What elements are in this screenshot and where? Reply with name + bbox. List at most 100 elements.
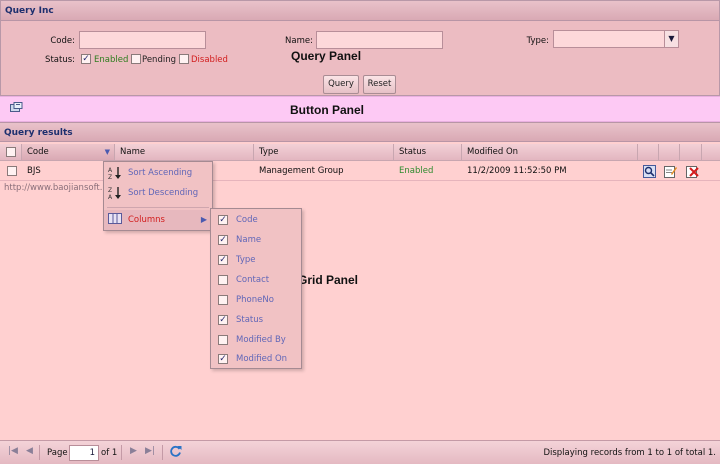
pending-checkbox[interactable] [131, 54, 141, 64]
query-panel: Query Inc Code: Name: Type: ▼ Status: ✓ … [0, 0, 720, 96]
code-label: Code: [50, 36, 75, 46]
page-count-label: of 1 [101, 448, 118, 458]
first-page-icon[interactable]: |◀ [8, 446, 18, 456]
row-type: Management Group [259, 166, 344, 176]
menu-item-sort-ascending-label: Sort Ascending [128, 168, 193, 178]
column-toggle-modified-by[interactable]: Modified By [211, 330, 301, 350]
column-header-action-1 [638, 144, 659, 161]
enabled-checkbox[interactable]: ✓ [81, 54, 91, 64]
previous-page-icon[interactable]: ◀ [26, 446, 33, 456]
column-header-filler [702, 144, 720, 161]
column-header-code-label: Code [27, 147, 49, 157]
column-toggle-checkbox[interactable]: ✓ [218, 315, 228, 325]
sort-descending-icon: ZA [108, 186, 122, 201]
column-toggle-checkbox[interactable] [218, 335, 228, 345]
select-all-header[interactable] [0, 144, 22, 161]
column-toggle-contact[interactable]: Contact [211, 270, 301, 290]
name-label: Name: [285, 36, 313, 46]
column-toggle-checkbox[interactable]: ✓ [218, 215, 228, 225]
type-select[interactable]: ▼ [553, 30, 679, 48]
paging-display-text: Displaying records from 1 to 1 of total … [543, 448, 716, 458]
toolbar-separator [162, 445, 163, 460]
status-label: Status: [45, 55, 75, 65]
column-toggle-label: Status [236, 315, 264, 325]
next-page-icon[interactable]: ▶ [130, 446, 137, 456]
svg-text:A: A [108, 167, 113, 174]
column-toggle-checkbox[interactable] [218, 295, 228, 305]
columns-icon [108, 213, 122, 227]
menu-item-sort-descending-label: Sort Descending [128, 188, 199, 198]
svg-text:Z: Z [108, 187, 112, 194]
last-page-icon[interactable]: ▶| [145, 446, 155, 456]
row-checkbox[interactable] [7, 166, 17, 176]
button-panel: Button Panel [0, 96, 720, 122]
column-toggle-modified-on[interactable]: ✓ Modified On [211, 349, 301, 369]
delete-record-icon[interactable] [686, 165, 699, 178]
column-header-name[interactable]: Name [115, 144, 254, 161]
column-header-menu: AZ Sort Ascending ZA Sort Descending Col… [103, 161, 213, 231]
column-toggle-label: Contact [236, 275, 270, 285]
column-toggle-label: Modified By [236, 335, 286, 345]
column-toggle-name[interactable]: ✓ Name [211, 230, 301, 250]
column-toggle-code[interactable]: ✓ Code [211, 210, 301, 230]
select-all-checkbox[interactable] [6, 147, 16, 157]
column-toggle-label: Type [236, 255, 256, 265]
query-button[interactable]: Query [323, 75, 359, 94]
row-status: Enabled [399, 166, 434, 176]
reset-button[interactable]: Reset [363, 75, 396, 94]
enabled-label: Enabled [94, 55, 129, 65]
menu-item-columns[interactable]: Columns ▶ [104, 210, 212, 230]
column-menu-trigger-icon[interactable]: ▼ [105, 144, 110, 161]
view-record-icon[interactable] [643, 165, 656, 178]
columns-submenu: ✓ Code ✓ Name ✓ Type Contact PhoneNo ✓ S… [210, 208, 302, 369]
column-toggle-checkbox[interactable] [218, 275, 228, 285]
grid-panel-title: Query results [0, 122, 720, 142]
column-toggle-label: PhoneNo [236, 295, 274, 305]
disabled-checkbox[interactable] [179, 54, 189, 64]
edit-record-icon[interactable] [664, 165, 677, 178]
page-number-input[interactable]: 1 [69, 445, 99, 461]
submenu-arrow-icon: ▶ [200, 215, 207, 224]
paging-toolbar: |◀ ◀ Page 1 of 1 ▶ ▶| Displaying records… [0, 440, 720, 464]
query-panel-annotation: Query Panel [291, 49, 362, 63]
svg-text:Z: Z [108, 174, 112, 180]
grid-panel-annotation: Grid Panel [298, 273, 359, 287]
toolbar-separator [39, 445, 40, 460]
watermark-text: http://www.baojiansoft.c [4, 183, 108, 193]
column-header-action-2 [659, 144, 680, 161]
query-panel-title: Query Inc [1, 1, 719, 21]
column-toggle-label: Modified On [236, 354, 288, 364]
column-header-modified-on[interactable]: Modified On [462, 144, 638, 161]
chevron-down-icon[interactable]: ▼ [664, 31, 678, 47]
toolbar-separator [121, 445, 122, 460]
column-toggle-label: Name [236, 235, 262, 245]
column-header-code[interactable]: Code ▼ [22, 144, 115, 161]
menu-item-sort-ascending[interactable]: AZ Sort Ascending [104, 163, 212, 183]
button-panel-annotation: Button Panel [290, 103, 364, 117]
refresh-icon[interactable] [169, 445, 182, 458]
column-header-status[interactable]: Status [394, 144, 462, 161]
svg-text:A: A [108, 194, 113, 200]
type-label: Type: [526, 36, 549, 46]
column-header-action-3 [680, 144, 702, 161]
add-record-icon[interactable] [10, 102, 23, 113]
page-label: Page [47, 448, 68, 458]
menu-item-sort-descending[interactable]: ZA Sort Descending [104, 183, 212, 203]
column-toggle-checkbox[interactable]: ✓ [218, 255, 228, 265]
column-toggle-label: Code [236, 215, 258, 225]
pending-label: Pending [142, 55, 176, 65]
row-code: BJS [27, 166, 41, 176]
name-input[interactable] [316, 31, 443, 49]
menu-item-columns-label: Columns [128, 215, 165, 225]
menu-separator [107, 207, 209, 208]
column-toggle-checkbox[interactable]: ✓ [218, 235, 228, 245]
sort-ascending-icon: AZ [108, 166, 122, 181]
row-modified-on: 11/2/2009 11:52:50 PM [467, 166, 567, 176]
column-toggle-type[interactable]: ✓ Type [211, 250, 301, 270]
column-toggle-status[interactable]: ✓ Status [211, 310, 301, 330]
column-toggle-checkbox[interactable]: ✓ [218, 354, 228, 364]
column-header-type[interactable]: Type [254, 144, 394, 161]
disabled-label: Disabled [191, 55, 228, 65]
column-toggle-phoneno[interactable]: PhoneNo [211, 290, 301, 310]
code-input[interactable] [79, 31, 206, 49]
